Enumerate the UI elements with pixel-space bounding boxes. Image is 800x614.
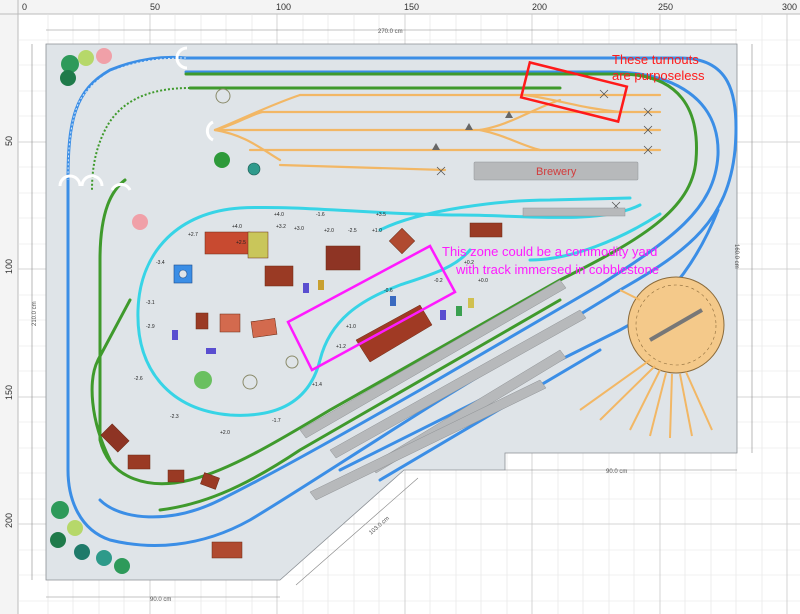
grade-label: +4.0 bbox=[232, 224, 242, 230]
dimension-left: 210.0 cm bbox=[31, 44, 38, 580]
brewery-label: Brewery bbox=[536, 166, 577, 178]
ruler-tick-250: 250 bbox=[658, 2, 673, 12]
grade-label: +0.0 bbox=[478, 278, 488, 284]
grade-label: +1.2 bbox=[336, 344, 346, 350]
grade-label: -0.6 bbox=[384, 288, 393, 294]
grade-label: -2.6 bbox=[134, 376, 143, 382]
water-tower-icon bbox=[173, 264, 193, 284]
ruler-tick-50: 50 bbox=[150, 2, 160, 12]
layout-canvas[interactable]: 0 50 100 150 200 250 300 50 100 150 200 … bbox=[0, 0, 800, 614]
grade-label: +4.0 bbox=[274, 212, 284, 218]
ruler-tick-300: 300 bbox=[782, 2, 797, 12]
grade-label: -2.5 bbox=[348, 228, 357, 234]
annotation-turnouts-line1: These turnouts bbox=[612, 52, 699, 67]
grade-label: +2.0 bbox=[324, 228, 334, 234]
grade-label: +1.4 bbox=[312, 382, 322, 388]
dimension-bottom-right-label: 90.0 cm bbox=[606, 469, 627, 475]
grade-label: +3.5 bbox=[376, 212, 386, 218]
grade-label: -1.6 bbox=[316, 212, 325, 218]
ruler-tick-left-50: 50 bbox=[4, 136, 14, 146]
grade-label: -0.2 bbox=[434, 278, 443, 284]
grade-label: -1.7 bbox=[272, 418, 281, 424]
dimension-bottom-left-label: 90.0 cm bbox=[150, 597, 171, 603]
annotation-commodity-line2: with track immersed in cobblestone bbox=[455, 262, 659, 277]
ruler-tick-200: 200 bbox=[532, 2, 547, 12]
ruler-tick-150: 150 bbox=[404, 2, 419, 12]
grade-label: -3.1 bbox=[146, 300, 155, 306]
grade-label: +2.7 bbox=[188, 232, 198, 238]
ruler-tick-left-200: 200 bbox=[4, 513, 14, 528]
grade-label: +1.0 bbox=[346, 324, 356, 330]
grade-label: +2.5 bbox=[236, 240, 246, 246]
annotation-turnouts-line2: are purposeless bbox=[612, 68, 705, 83]
ruler-tick-100: 100 bbox=[276, 2, 291, 12]
grade-label: -2.3 bbox=[170, 414, 179, 420]
dimension-right-label: 160.0 cm bbox=[733, 244, 739, 269]
dimension-top-label: 270.0 cm bbox=[378, 29, 403, 35]
annotation-commodity-line1: This zone could be a commodity yard bbox=[442, 244, 657, 259]
ruler-tick-left-100: 100 bbox=[4, 259, 14, 274]
ruler-tick-0: 0 bbox=[22, 2, 27, 12]
dimension-bottom-right: 90.0 cm bbox=[505, 469, 737, 475]
grade-label: +3.0 bbox=[294, 226, 304, 232]
gazebo-icon bbox=[247, 162, 261, 176]
grade-label: -3.4 bbox=[156, 260, 165, 266]
dimension-left-label: 210.0 cm bbox=[32, 301, 38, 326]
dimension-bottom-left: 90.0 cm bbox=[46, 596, 280, 603]
grade-label: +2.0 bbox=[220, 430, 230, 436]
top-ruler bbox=[0, 0, 800, 14]
grade-label: -2.9 bbox=[146, 324, 155, 330]
grade-label: +1.0 bbox=[372, 228, 382, 234]
grade-label: +3.2 bbox=[276, 224, 286, 230]
ruler-tick-left-150: 150 bbox=[4, 385, 14, 400]
